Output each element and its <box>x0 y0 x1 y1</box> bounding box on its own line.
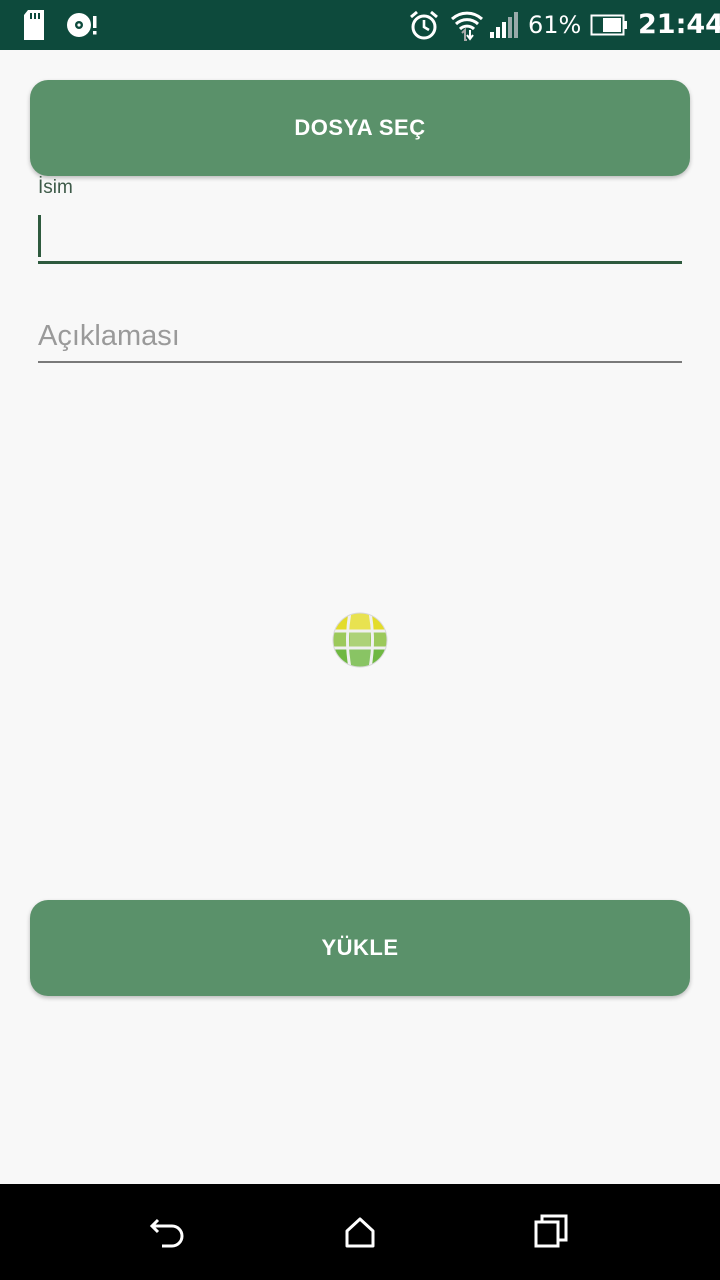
battery-percent: 61% <box>528 11 582 39</box>
battery-icon <box>590 14 627 36</box>
choose-file-label: DOSYA SEÇ <box>294 115 426 140</box>
alarm-icon <box>410 10 438 40</box>
name-input[interactable] <box>38 212 682 264</box>
recents-icon[interactable] <box>532 1212 572 1252</box>
signal-icon <box>490 12 518 38</box>
wifi-icon <box>450 11 484 41</box>
loading-globe-icon <box>332 612 388 668</box>
text-caret <box>38 215 41 257</box>
upload-label: YÜKLE <box>321 935 399 960</box>
disc-alert-icon <box>67 13 97 37</box>
description-placeholder: Açıklaması <box>38 320 180 352</box>
navigation-bar <box>0 1184 720 1280</box>
name-field-label: İsim <box>38 177 73 198</box>
home-icon[interactable] <box>340 1212 380 1252</box>
back-icon[interactable] <box>148 1212 188 1252</box>
upload-button[interactable]: YÜKLE <box>30 900 690 996</box>
description-input[interactable]: Açıklaması <box>38 312 682 363</box>
sd-card-icon <box>24 10 44 40</box>
clock: 21:44 <box>638 9 720 40</box>
choose-file-button[interactable]: DOSYA SEÇ <box>30 80 690 176</box>
status-bar: 61% 21:44 <box>0 0 720 50</box>
